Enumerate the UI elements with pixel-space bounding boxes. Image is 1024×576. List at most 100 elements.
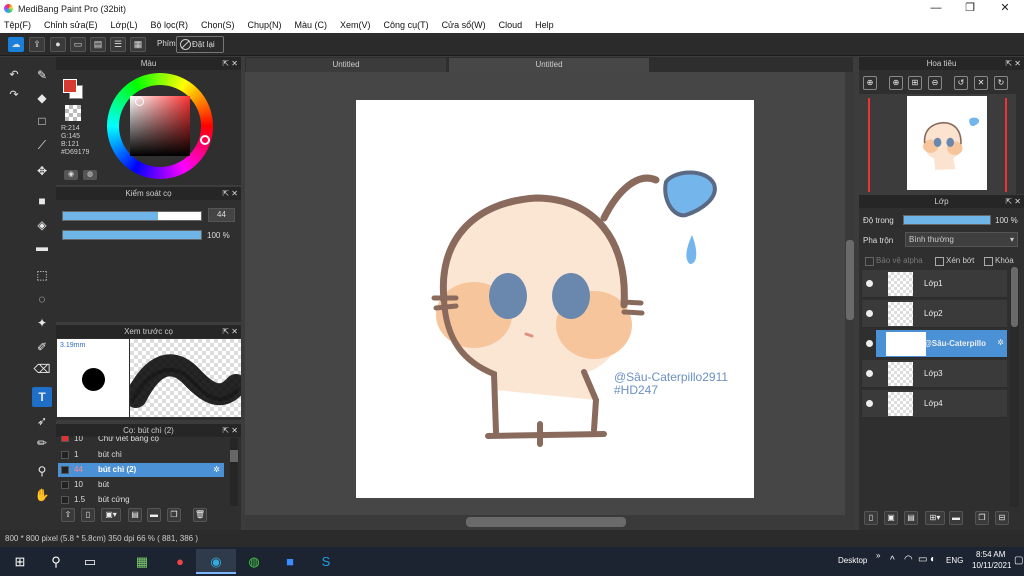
- menu-edit[interactable]: Chỉnh sửa(E): [44, 20, 98, 30]
- clipping-checkbox[interactable]: Xén bớt: [935, 256, 974, 266]
- clock-date[interactable]: 10/11/2021: [972, 561, 1011, 570]
- navigator-view[interactable]: [859, 94, 1016, 194]
- maximize-button[interactable]: ❐: [953, 0, 987, 17]
- hand-tool-icon[interactable]: ✋: [32, 485, 52, 505]
- menu-tools[interactable]: Công cụ(T): [384, 20, 429, 30]
- zoom-minus-icon[interactable]: ⊖: [928, 76, 942, 90]
- trash-icon[interactable]: 🗑: [193, 508, 207, 522]
- menu-snap[interactable]: Chụp(N): [248, 20, 282, 30]
- transparent-swatch[interactable]: [65, 105, 81, 121]
- battery-icon[interactable]: ▭: [918, 554, 927, 565]
- duplicate-icon[interactable]: ❐: [167, 508, 181, 522]
- foreground-color-swatch[interactable]: [63, 79, 77, 93]
- zalo-app-icon[interactable]: ●: [160, 549, 200, 574]
- medibang-app-icon[interactable]: ◉: [196, 549, 236, 574]
- close-button[interactable]: ✕: [988, 0, 1022, 17]
- brush-list-scrollbar[interactable]: [230, 438, 238, 506]
- line-tool-icon[interactable]: ⟋: [32, 135, 52, 155]
- layer-more-icon[interactable]: ⊟: [995, 511, 1009, 525]
- visibility-icon[interactable]: [866, 310, 873, 317]
- divide-tool-icon[interactable]: ✏: [32, 433, 52, 453]
- game-app-icon[interactable]: ▦: [122, 549, 162, 574]
- rectangle-tool-icon[interactable]: ■: [32, 191, 52, 211]
- new-layer-icon[interactable]: ▯: [864, 511, 878, 525]
- visibility-icon[interactable]: [866, 370, 873, 377]
- brush-row[interactable]: 1.5 bút cứng: [58, 493, 224, 507]
- menu-file[interactable]: Tệp(F): [4, 20, 31, 30]
- zoom-app-icon[interactable]: ■: [270, 549, 310, 574]
- panel-close-icon[interactable]: ⇱ ✕: [222, 57, 238, 70]
- brush-menu-icon[interactable]: ▣▾: [101, 508, 121, 522]
- layer-add-menu-icon[interactable]: ⊞▾: [925, 511, 945, 525]
- folder-icon[interactable]: ▬: [147, 508, 161, 522]
- cloud-icon[interactable]: ☁: [8, 37, 24, 52]
- layers-scrollbar[interactable]: [1010, 267, 1019, 507]
- reset-view-icon[interactable]: ✕: [974, 76, 988, 90]
- chat-icon[interactable]: ▭: [70, 37, 86, 52]
- duplicate-layer-icon[interactable]: ❐: [975, 511, 989, 525]
- blend-mode-select[interactable]: Bình thường ▾: [905, 232, 1018, 247]
- layer-opacity-slider[interactable]: [903, 215, 991, 225]
- brush-row[interactable]: 10 bút: [58, 478, 224, 492]
- canvas-vertical-scrollbar[interactable]: [845, 72, 855, 515]
- undo-icon[interactable]: ↶: [4, 65, 24, 85]
- panel-close-icon[interactable]: ⇱ ✕: [1005, 195, 1021, 208]
- document-icon[interactable]: ▤: [90, 37, 106, 52]
- redo-icon[interactable]: ↷: [4, 85, 24, 105]
- list-icon[interactable]: ☰: [110, 37, 126, 52]
- tray-arrow-icon[interactable]: ^: [890, 555, 895, 566]
- menu-filter[interactable]: Bộ lọc(R): [150, 20, 188, 30]
- volume-icon[interactable]: ◐: [930, 554, 936, 565]
- zoom-in-icon[interactable]: ⊕: [863, 76, 877, 90]
- menu-cloud[interactable]: Cloud: [499, 20, 523, 30]
- rotate-right-icon[interactable]: ↻: [994, 76, 1008, 90]
- rotate-left-icon[interactable]: ↺: [954, 76, 968, 90]
- new-brush-icon[interactable]: ▯: [81, 508, 95, 522]
- select-eraser-icon[interactable]: ⌫: [32, 359, 52, 379]
- menu-layer[interactable]: Lớp(L): [111, 20, 138, 30]
- new-layer-alt-icon[interactable]: ▣: [884, 511, 898, 525]
- layer-folder-icon[interactable]: ▬: [949, 511, 963, 525]
- lock-checkbox[interactable]: Khóa: [984, 256, 1014, 266]
- move-tool-icon[interactable]: ✥: [32, 161, 52, 181]
- panel-close-icon[interactable]: ⇱ ✕: [222, 325, 238, 338]
- tab-untitled-2[interactable]: Untitled: [449, 58, 649, 72]
- palette-icon[interactable]: ◉: [64, 170, 78, 180]
- brush-row[interactable]: 1 bút chì: [58, 448, 224, 462]
- panel-close-icon[interactable]: ⇱ ✕: [1005, 57, 1021, 70]
- chevron-icon[interactable]: »: [876, 551, 880, 560]
- layer-row[interactable]: Lớp4: [862, 390, 1007, 418]
- menu-view[interactable]: Xem(V): [340, 20, 371, 30]
- fill-tool-icon[interactable]: ◈: [32, 215, 52, 235]
- reset-button[interactable]: Đặt lại: [176, 36, 224, 53]
- copy-layer-icon[interactable]: ▤: [904, 511, 918, 525]
- minimize-button[interactable]: —: [919, 0, 953, 17]
- brush-tool-icon[interactable]: ✎: [32, 65, 52, 85]
- visibility-icon[interactable]: [866, 280, 873, 287]
- zoom-out-icon[interactable]: ⊕: [889, 76, 903, 90]
- windows-start-icon[interactable]: ⊞: [0, 549, 40, 574]
- upload-icon[interactable]: ⇪: [29, 37, 45, 52]
- select-pen-icon[interactable]: ✐: [32, 337, 52, 357]
- drawing-canvas[interactable]: @Sâu-Caterpillo2911 #HD247: [356, 100, 754, 498]
- operation-tool-icon[interactable]: ➶: [32, 411, 52, 431]
- magic-wand-icon[interactable]: ✦: [32, 313, 52, 333]
- canvas-area[interactable]: @Sâu-Caterpillo2911 #HD247: [245, 72, 845, 515]
- comment-icon[interactable]: ●: [50, 37, 66, 52]
- copy-brush-icon[interactable]: ▤: [128, 508, 142, 522]
- settings-gear-icon[interactable]: ✲: [213, 463, 220, 477]
- task-view-icon[interactable]: ▭: [70, 549, 110, 574]
- text-tool-icon[interactable]: T: [32, 387, 52, 407]
- menu-select[interactable]: Chọn(S): [201, 20, 235, 30]
- menu-window[interactable]: Cửa sổ(W): [442, 20, 486, 30]
- hue-cursor[interactable]: [200, 135, 210, 145]
- dot-tool-icon[interactable]: □: [32, 111, 52, 131]
- add-brush-icon[interactable]: ⇧: [61, 508, 75, 522]
- visibility-icon[interactable]: [866, 340, 873, 347]
- brush-size-input[interactable]: 44: [208, 208, 235, 222]
- desktop-label[interactable]: Desktop: [838, 556, 867, 565]
- menu-help[interactable]: Help: [535, 20, 554, 30]
- select-tool-icon[interactable]: ⬚: [32, 265, 52, 285]
- notification-icon[interactable]: ▢: [1014, 555, 1023, 566]
- fit-icon[interactable]: ⊞: [908, 76, 922, 90]
